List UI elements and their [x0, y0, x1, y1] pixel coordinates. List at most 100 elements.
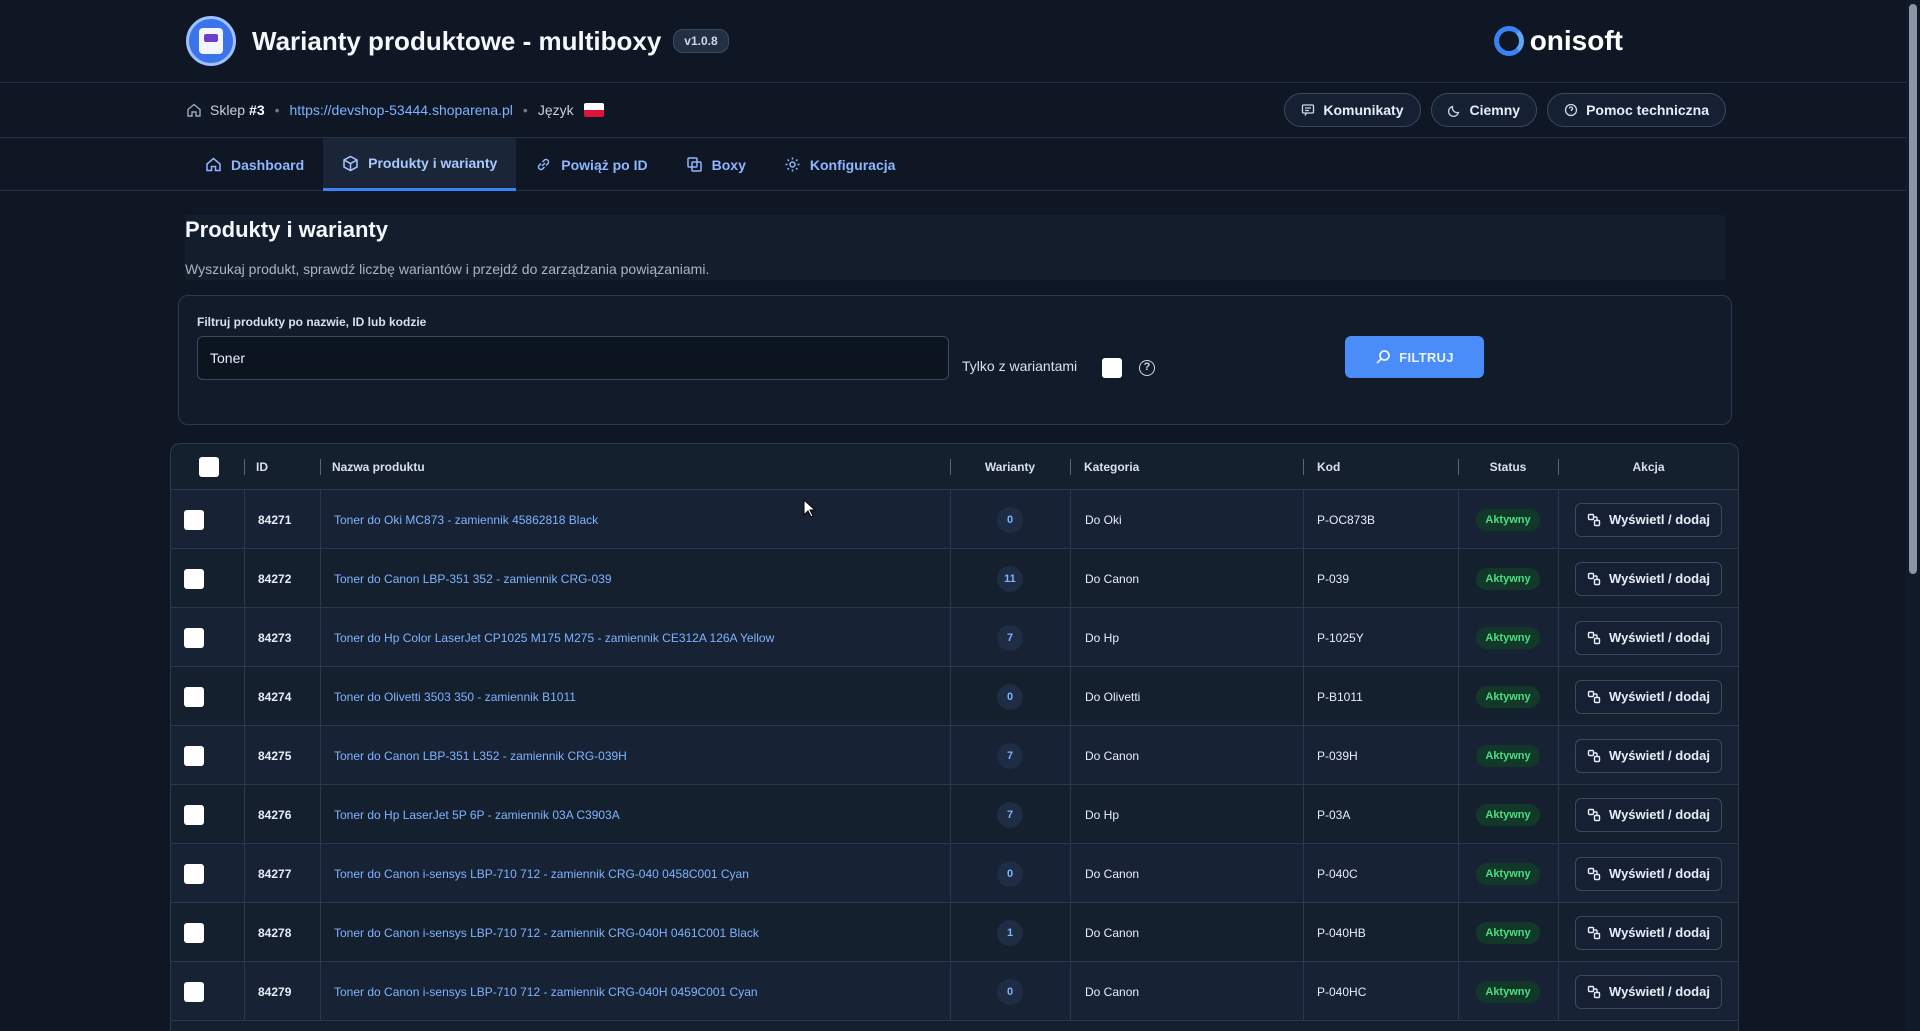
table-row: 84276 Toner do Hp LaserJet 5P 6P - zamie… [171, 785, 1738, 844]
only-variants-checkbox[interactable] [1102, 358, 1122, 378]
table-row: 84279 Toner do Canon i-sensys LBP-710 71… [171, 962, 1738, 1021]
row-checkbox[interactable] [184, 745, 204, 766]
copy-icon [686, 157, 702, 172]
search-icon [1376, 350, 1391, 364]
product-category: Do Canon [1085, 984, 1140, 999]
filter-button-label: FILTRUJ [1399, 349, 1454, 365]
product-name-link[interactable]: Toner do Hp Color LaserJet CP1025 M175 M… [334, 608, 774, 667]
column-action: Akcja [1558, 444, 1738, 490]
product-code: P-039 [1317, 571, 1350, 586]
column-category[interactable]: Kategoria [1070, 444, 1139, 490]
status-badge: Aktywny [1476, 567, 1540, 590]
product-category: Do Olivetti [1085, 689, 1141, 704]
messages-button[interactable]: Komunikaty [1284, 93, 1421, 127]
home-icon [206, 157, 221, 172]
product-category: Do Canon [1085, 925, 1140, 940]
variant-count-badge: 0 [997, 683, 1023, 710]
row-checkbox[interactable] [184, 627, 204, 648]
view-add-button[interactable]: Wyświetl / dodaj [1575, 797, 1722, 832]
view-add-button[interactable]: Wyświetl / dodaj [1575, 679, 1722, 714]
support-button[interactable]: Pomoc techniczna [1547, 93, 1726, 127]
variant-count-badge: 11 [997, 565, 1023, 592]
shop-url-link[interactable]: https://devshop-53444.shoparena.pl [290, 102, 513, 118]
separator: • [274, 102, 280, 118]
row-checkbox[interactable] [184, 568, 204, 589]
variant-count-badge: 7 [997, 801, 1023, 828]
support-label: Pomoc techniczna [1586, 102, 1709, 118]
status-badge: Aktywny [1476, 803, 1540, 826]
row-checkbox[interactable] [184, 922, 204, 943]
separator: • [522, 102, 528, 118]
scrollbar-thumb[interactable] [1909, 4, 1917, 574]
link-icon [1587, 867, 1601, 880]
product-name-link[interactable]: Toner do Canon i-sensys LBP-710 712 - za… [334, 962, 758, 1021]
product-name-link[interactable]: Toner do Olivetti 3503 350 - zamiennik B… [334, 667, 576, 726]
column-id[interactable]: ID [244, 444, 268, 490]
view-add-label: Wyświetl / dodaj [1609, 866, 1710, 881]
help-circle-icon [1564, 103, 1578, 117]
page-scrollbar[interactable] [1906, 0, 1920, 1031]
view-add-button[interactable]: Wyświetl / dodaj [1575, 974, 1722, 1009]
link-icon [1587, 690, 1601, 703]
table-row: 84271 Toner do Oki MC873 - zamiennik 458… [171, 490, 1738, 549]
product-name-link[interactable]: Toner do Canon i-sensys LBP-710 712 - za… [334, 844, 749, 903]
status-badge: Aktywny [1476, 744, 1540, 767]
column-variants[interactable]: Warianty [950, 444, 1070, 490]
row-checkbox[interactable] [184, 804, 204, 825]
row-checkbox[interactable] [184, 981, 204, 1002]
status-badge: Aktywny [1476, 980, 1540, 1003]
product-id: 84277 [258, 866, 292, 881]
tab-products[interactable]: Produkty i warianty [323, 138, 517, 191]
row-checkbox[interactable] [184, 509, 204, 530]
main-nav: Dashboard Produkty i warianty Powiąż po … [0, 138, 1920, 191]
product-name-link[interactable]: Toner do Canon i-sensys LBP-710 712 - za… [334, 903, 759, 962]
shop-info-bar: Sklep #3 • https://devshop-53444.shopare… [0, 83, 1920, 138]
variant-count-badge: 0 [997, 978, 1023, 1005]
column-code[interactable]: Kod [1303, 444, 1340, 490]
tab-dashboard[interactable]: Dashboard [186, 138, 323, 191]
table-body: 84271 Toner do Oki MC873 - zamiennik 458… [171, 490, 1738, 1021]
table-row: 84277 Toner do Canon i-sensys LBP-710 71… [171, 844, 1738, 903]
row-checkbox[interactable] [184, 686, 204, 707]
link-icon [1587, 808, 1601, 821]
product-name-link[interactable]: Toner do Canon LBP-351 352 - zamiennik C… [334, 549, 612, 608]
tab-label: Konfiguracja [809, 156, 896, 173]
view-add-button[interactable]: Wyświetl / dodaj [1575, 502, 1722, 537]
language-label: Język [537, 102, 574, 118]
shop-label: Sklep [210, 102, 246, 118]
column-name[interactable]: Nazwa produktu [320, 444, 425, 490]
message-icon [1302, 104, 1315, 116]
product-name-link[interactable]: Toner do Canon LBP-351 L352 - zamiennik … [334, 726, 627, 785]
view-add-button[interactable]: Wyświetl / dodaj [1575, 620, 1722, 655]
moon-icon [1447, 105, 1459, 117]
tab-link-by-id[interactable]: Powiąż po ID [516, 138, 666, 191]
view-add-label: Wyświetl / dodaj [1609, 689, 1710, 704]
tab-config[interactable]: Konfiguracja [765, 138, 915, 191]
view-add-button[interactable]: Wyświetl / dodaj [1575, 856, 1722, 891]
view-add-button[interactable]: Wyświetl / dodaj [1575, 915, 1722, 950]
product-category: Do Hp [1085, 630, 1120, 645]
product-code: P-040HC [1317, 984, 1367, 999]
row-checkbox[interactable] [184, 863, 204, 884]
product-code: P-1025Y [1317, 630, 1364, 645]
polish-flag-icon[interactable] [583, 103, 604, 117]
view-add-button[interactable]: Wyświetl / dodaj [1575, 561, 1722, 596]
product-id: 84278 [258, 925, 292, 940]
product-name-link[interactable]: Toner do Oki MC873 - zamiennik 45862818 … [334, 490, 598, 549]
theme-toggle-button[interactable]: Ciemny [1430, 93, 1538, 127]
link-icon [1587, 926, 1601, 939]
theme-label: Ciemny [1469, 102, 1521, 118]
help-icon[interactable]: ? [1139, 360, 1155, 376]
product-id: 84273 [258, 630, 292, 645]
filter-button[interactable]: FILTRUJ [1345, 336, 1484, 378]
product-code: P-B1011 [1317, 689, 1363, 704]
home-icon [187, 103, 201, 117]
view-add-button[interactable]: Wyświetl / dodaj [1575, 738, 1722, 773]
tab-boxes[interactable]: Boxy [667, 138, 765, 191]
filter-input[interactable] [197, 336, 949, 380]
view-add-label: Wyświetl / dodaj [1609, 807, 1710, 822]
select-all-checkbox[interactable] [199, 457, 219, 477]
column-status[interactable]: Status [1458, 444, 1558, 490]
page-header: Produkty i warianty Wyszukaj produkt, sp… [185, 215, 1725, 280]
product-name-link[interactable]: Toner do Hp LaserJet 5P 6P - zamiennik 0… [334, 785, 620, 844]
